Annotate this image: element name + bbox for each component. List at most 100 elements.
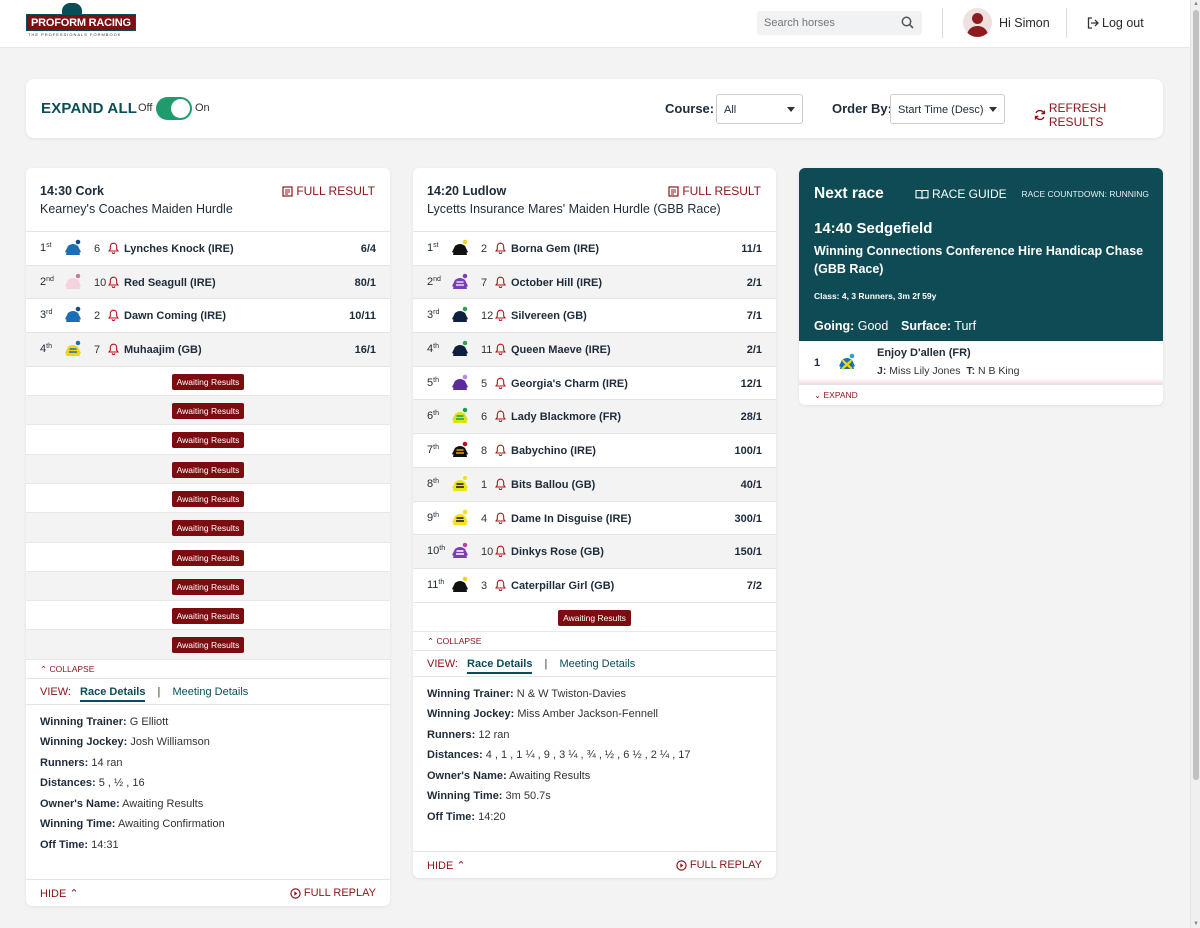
- odds: 40/1: [740, 478, 762, 491]
- runner-number: 11: [481, 344, 493, 357]
- full-result-link[interactable]: FULL RESULT: [282, 184, 375, 198]
- hide-button[interactable]: HIDE ⌃: [427, 859, 466, 872]
- runner-row[interactable]: 8th 1 Bits Ballou (GB) 40/1: [413, 467, 776, 502]
- bell-icon[interactable]: [495, 478, 506, 490]
- runner-number: 3: [481, 579, 488, 592]
- runner-row[interactable]: 9th 4 Dame In Disguise (IRE) 300/1: [413, 502, 776, 536]
- runner-row[interactable]: 3rd 2 Dawn Coming (IRE) 10/11: [26, 299, 390, 334]
- proform-logo[interactable]: PROFORM RACING THE PROFESSIONALS FORMBOO…: [26, 3, 136, 38]
- horse-name[interactable]: Dawn Coming (IRE): [124, 310, 226, 322]
- course-select[interactable]: All: [716, 94, 803, 124]
- tab-race-details[interactable]: Race Details: [467, 657, 533, 674]
- runner-row[interactable]: 1st 2 Borna Gem (IRE) 11/1: [413, 232, 776, 266]
- runner-row[interactable]: 2nd 10 Red Seagull (IRE) 80/1: [26, 265, 390, 300]
- finish-position: 11th: [427, 578, 445, 591]
- next-race-header: Next race RACE GUIDE RACE COUNTDOWN: RUN…: [799, 168, 1163, 341]
- logo-tagline: THE PROFESSIONALS FORMBOOK: [28, 32, 122, 37]
- awaiting-badge: Awaiting Results: [171, 490, 245, 507]
- bell-icon[interactable]: [495, 242, 506, 254]
- play-icon: [290, 887, 301, 899]
- bell-icon[interactable]: [108, 343, 119, 356]
- bell-icon[interactable]: [495, 309, 506, 322]
- tab-race-details[interactable]: Race Details: [80, 685, 146, 702]
- horse-name[interactable]: Babychino (IRE): [511, 445, 596, 457]
- scroll-thumb[interactable]: [1193, 10, 1199, 780]
- top-bar: PROFORM RACING THE PROFESSIONALS FORMBOO…: [0, 0, 1190, 48]
- document-icon: [668, 185, 679, 197]
- header-divider: [1066, 8, 1067, 38]
- bell-icon[interactable]: [495, 410, 506, 423]
- full-result-label: FULL RESULT: [682, 184, 761, 198]
- bell-icon[interactable]: [495, 377, 506, 389]
- horse-name[interactable]: Silvereen (GB): [511, 310, 587, 322]
- runner-row[interactable]: 4th 7 Muhaajim (GB) 16/1: [26, 333, 390, 367]
- finish-position: 6th: [427, 410, 439, 423]
- search-input[interactable]: [757, 11, 892, 35]
- expand-all-toggle[interactable]: [156, 97, 192, 120]
- runner-number: 8: [481, 445, 488, 458]
- full-replay-button[interactable]: FULL REPLAY: [676, 859, 762, 871]
- runner-row[interactable]: 2nd 7 October Hill (IRE) 2/1: [413, 265, 776, 300]
- tab-meeting-details[interactable]: Meeting Details: [172, 686, 248, 698]
- logout-icon: [1087, 17, 1099, 29]
- search-icon[interactable]: [901, 16, 914, 29]
- horse-name[interactable]: Muhaajim (GB): [124, 344, 202, 356]
- race-result-card: 14:30 Cork Kearney's Coaches Maiden Hurd…: [26, 168, 390, 906]
- odds: 11/1: [741, 243, 762, 255]
- bell-icon[interactable]: [495, 276, 506, 288]
- awaiting-row: Awaiting Results: [26, 484, 390, 514]
- collapse-button[interactable]: ⌃ COLLAPSE: [26, 660, 390, 679]
- horse-name[interactable]: Borna Gem (IRE): [511, 243, 599, 255]
- finish-position: 7th: [427, 444, 439, 457]
- runner-row[interactable]: 3rd 12 Silvereen (GB) 7/1: [413, 299, 776, 334]
- full-result-link[interactable]: FULL RESULT: [668, 184, 761, 198]
- horse-name[interactable]: Red Seagull (IRE): [124, 277, 216, 289]
- runner-row[interactable]: 11th 3 Caterpillar Girl (GB) 7/2: [413, 569, 776, 603]
- logout-label: Log out: [1102, 16, 1144, 30]
- runner-row[interactable]: 5th 5 Georgia's Charm (IRE) 12/1: [413, 367, 776, 401]
- bell-icon[interactable]: [495, 512, 506, 524]
- next-race-card: Next race RACE GUIDE RACE COUNTDOWN: RUN…: [799, 168, 1163, 405]
- scroll-down-icon[interactable]: ▼: [1193, 921, 1199, 927]
- race-guide-button[interactable]: RACE GUIDE: [915, 187, 1007, 201]
- runner-number: 1: [814, 357, 821, 369]
- runner-row[interactable]: 7th 8 Babychino (IRE) 100/1: [413, 434, 776, 468]
- avatar[interactable]: [963, 8, 992, 37]
- bell-icon[interactable]: [495, 579, 506, 591]
- runner-row[interactable]: 10th 10 Dinkys Rose (GB) 150/1: [413, 535, 776, 569]
- horse-name[interactable]: Georgia's Charm (IRE): [511, 378, 628, 390]
- hide-button[interactable]: HIDE ⌃: [40, 887, 79, 900]
- runner-row[interactable]: 6th 6 Lady Blackmore (FR) 28/1: [413, 400, 776, 435]
- bell-icon[interactable]: [108, 276, 119, 288]
- bell-icon[interactable]: [495, 343, 506, 356]
- expand-button[interactable]: ⌄ EXPAND: [799, 384, 1163, 404]
- horse-name[interactable]: Bits Ballou (GB): [511, 479, 595, 491]
- collapse-button[interactable]: ⌃ COLLAPSE: [413, 632, 776, 651]
- horse-name[interactable]: Caterpillar Girl (GB): [511, 580, 614, 592]
- awaiting-row: Awaiting Results: [26, 601, 390, 631]
- next-race-name: Winning Connections Conference Hire Hand…: [814, 244, 1144, 276]
- horse-name[interactable]: Lady Blackmore (FR): [511, 411, 621, 423]
- awaiting-row: Awaiting Results: [26, 513, 390, 543]
- runner-row[interactable]: 4th 11 Queen Maeve (IRE) 2/1: [413, 333, 776, 367]
- runner-number: 1: [481, 478, 488, 491]
- tab-meeting-details[interactable]: Meeting Details: [559, 658, 635, 670]
- bell-icon[interactable]: [495, 444, 506, 457]
- awaiting-badge: Awaiting Results: [171, 432, 245, 449]
- horse-name[interactable]: Dinkys Rose (GB): [511, 546, 604, 558]
- bell-icon[interactable]: [495, 545, 506, 558]
- scroll-up-icon[interactable]: ▲: [1193, 1, 1199, 7]
- logout-button[interactable]: Log out: [1087, 16, 1144, 30]
- bell-icon[interactable]: [108, 309, 119, 322]
- horse-name[interactable]: October Hill (IRE): [511, 277, 602, 289]
- bell-icon[interactable]: [108, 242, 119, 254]
- order-select[interactable]: Start Time (Desc): [890, 94, 1005, 124]
- horse-name[interactable]: Queen Maeve (IRE): [511, 344, 611, 356]
- refresh-results-button[interactable]: REFRESH RESULTS: [1034, 101, 1163, 129]
- runner-row[interactable]: 1st 6 Lynches Knock (IRE) 6/4: [26, 232, 390, 266]
- horse-name[interactable]: Dame In Disguise (IRE): [511, 513, 631, 525]
- full-replay-button[interactable]: FULL REPLAY: [290, 887, 376, 899]
- horse-name[interactable]: Lynches Knock (IRE): [124, 243, 234, 255]
- finish-position: 10th: [427, 545, 446, 558]
- scrollbar[interactable]: ▲ ▼: [1190, 0, 1200, 928]
